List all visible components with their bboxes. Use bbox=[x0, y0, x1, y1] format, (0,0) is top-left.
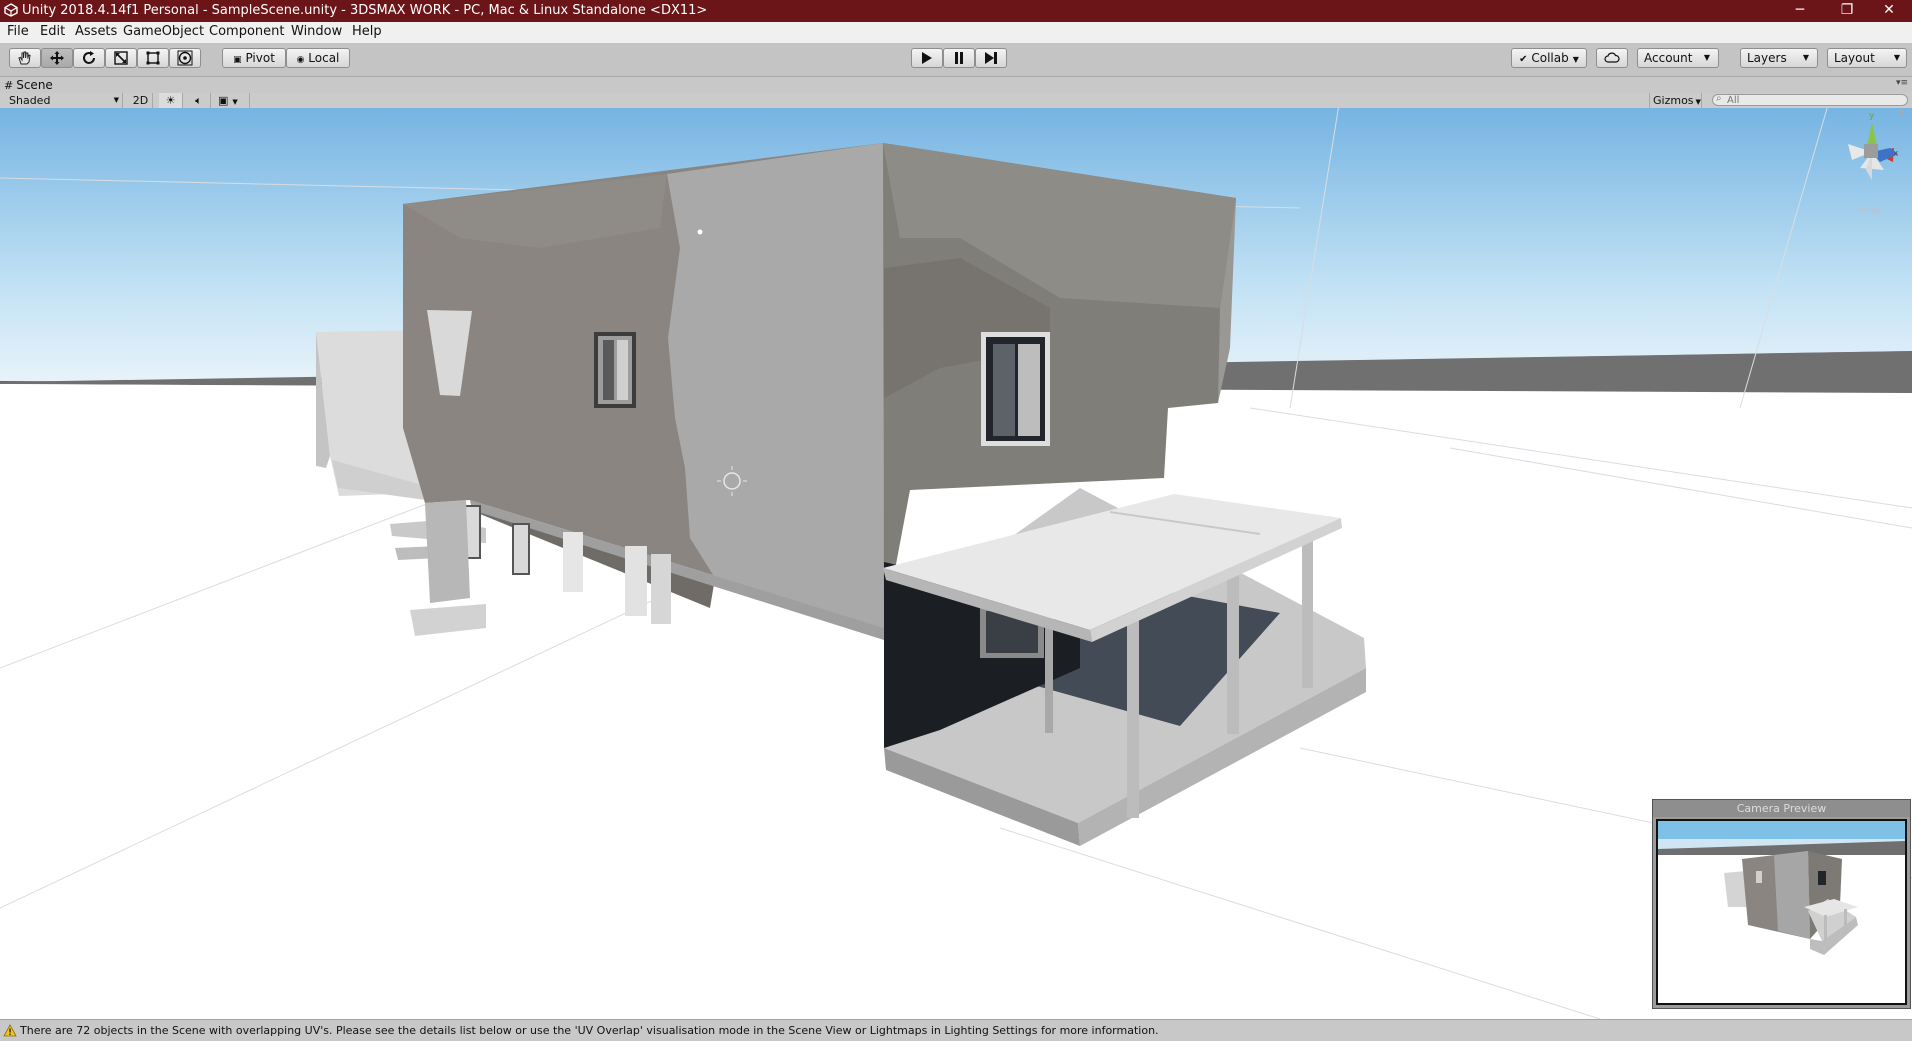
svg-text:y: y bbox=[1869, 111, 1875, 121]
tab-strip: # Scene ▾≡ bbox=[0, 77, 1912, 93]
cloud-button[interactable] bbox=[1596, 48, 1628, 68]
search-icon: ⌕ bbox=[1716, 93, 1722, 104]
camera-preview-frame bbox=[1656, 819, 1907, 1005]
speaker-icon: 🔈︎ bbox=[195, 94, 202, 107]
chevron-down-icon: ▼ bbox=[1802, 53, 1809, 62]
rect-tool-button[interactable] bbox=[137, 48, 169, 68]
menu-file[interactable]: File bbox=[7, 24, 29, 39]
warning-icon bbox=[3, 1024, 17, 1037]
lock-icon[interactable]: ▮ bbox=[1900, 108, 1904, 117]
local-icon: ◉ bbox=[296, 55, 305, 65]
account-label: Account bbox=[1644, 51, 1693, 65]
transform-icon bbox=[177, 50, 193, 66]
maximize-button[interactable]: ❐ bbox=[1824, 0, 1870, 22]
step-button[interactable] bbox=[975, 48, 1007, 68]
close-button[interactable]: ✕ bbox=[1866, 0, 1912, 22]
pivot-icon: ▣ bbox=[233, 55, 242, 65]
chevron-down-icon: ▼ bbox=[1695, 98, 1701, 106]
chevron-down-icon: ▼ bbox=[113, 96, 119, 104]
hand-icon bbox=[18, 51, 31, 65]
window-title: Unity 2018.4.14f1 Personal - SampleScene… bbox=[22, 3, 708, 18]
selection-point bbox=[697, 229, 703, 235]
pause-button[interactable] bbox=[943, 48, 975, 68]
layers-label: Layers bbox=[1747, 51, 1787, 65]
scene-render: x y bbox=[0, 108, 1912, 1019]
main-toolbar: ▣ Pivot ◉ Local ✔ Collab ▼ Account ▼ Layer… bbox=[0, 43, 1912, 77]
tab-scene[interactable]: # Scene bbox=[4, 77, 53, 93]
account-dropdown[interactable]: Account ▼ bbox=[1637, 48, 1719, 68]
play-button[interactable] bbox=[911, 48, 943, 68]
layout-label: Layout bbox=[1834, 51, 1875, 65]
scale-tool-button[interactable] bbox=[105, 48, 137, 68]
tab-scene-label: Scene bbox=[16, 78, 53, 92]
collab-dropdown[interactable]: ✔ Collab ▼ bbox=[1511, 48, 1587, 68]
menu-component[interactable]: Component bbox=[209, 24, 284, 39]
rotate-tool-button[interactable] bbox=[73, 48, 105, 68]
scene-viewport[interactable]: x y Persp ▮ Camera Preview bbox=[0, 108, 1912, 1019]
chevron-down-icon: ▼ bbox=[1893, 53, 1900, 62]
transform-tool-button[interactable] bbox=[169, 48, 201, 68]
chevron-down-icon: ▼ bbox=[1703, 53, 1710, 62]
audio-toggle[interactable]: 🔈︎ bbox=[187, 93, 211, 108]
camera-preview-panel: Camera Preview bbox=[1652, 799, 1911, 1009]
minimize-button[interactable]: ─ bbox=[1777, 0, 1823, 22]
local-label: Local bbox=[308, 51, 340, 65]
shading-mode-label: Shaded bbox=[9, 94, 51, 107]
status-bar[interactable]: There are 72 objects in the Scene with o… bbox=[0, 1019, 1912, 1041]
camera-preview-title: Camera Preview bbox=[1653, 800, 1910, 817]
grid-icon: # bbox=[4, 79, 14, 92]
pause-icon bbox=[955, 52, 963, 64]
chevron-down-icon: ▼ bbox=[1572, 55, 1579, 64]
layers-dropdown[interactable]: Layers ▼ bbox=[1740, 48, 1818, 68]
step-icon bbox=[985, 52, 997, 64]
menu-gameobject[interactable]: GameObject bbox=[123, 24, 204, 39]
camera-preview-render bbox=[1658, 821, 1905, 1003]
menu-edit[interactable]: Edit bbox=[40, 24, 65, 39]
gizmos-label: Gizmos bbox=[1653, 94, 1694, 107]
play-icon bbox=[922, 52, 932, 64]
local-toggle[interactable]: ◉ Local bbox=[286, 48, 350, 68]
hand-tool-button[interactable] bbox=[9, 48, 41, 68]
lighting-toggle[interactable]: ☀ bbox=[159, 93, 183, 108]
title-bar: Unity 2018.4.14f1 Personal - SampleScene… bbox=[0, 0, 1912, 22]
unity-logo-icon bbox=[4, 3, 18, 17]
collab-check-icon: ✔ bbox=[1519, 54, 1528, 65]
rect-icon bbox=[146, 51, 160, 65]
shading-mode-dropdown[interactable]: Shaded ▼ bbox=[6, 93, 123, 108]
image-icon: ▣ bbox=[218, 94, 229, 107]
gizmos-dropdown[interactable]: Gizmos ▼ bbox=[1649, 93, 1702, 108]
move-tool-button[interactable] bbox=[41, 48, 73, 68]
pivot-toggle[interactable]: ▣ Pivot bbox=[222, 48, 286, 68]
cloud-icon bbox=[1604, 52, 1620, 63]
persp-label[interactable]: Persp bbox=[1856, 206, 1881, 216]
pivot-label: Pivot bbox=[245, 51, 275, 65]
scene-toolbar: Shaded▼ 2D ☀ 🔈︎ ▣▼ Gizmos▼ ⌕ bbox=[0, 93, 1912, 109]
mode-2d-toggle[interactable]: 2D bbox=[129, 93, 153, 108]
menu-window[interactable]: Window bbox=[291, 24, 342, 39]
scale-icon bbox=[114, 51, 128, 65]
move-icon bbox=[50, 51, 64, 65]
svg-text:x: x bbox=[1893, 149, 1899, 159]
collab-label: Collab bbox=[1531, 51, 1569, 65]
mode-2d-label: 2D bbox=[132, 94, 149, 107]
effects-dropdown[interactable]: ▣ ▼ bbox=[215, 93, 250, 108]
menu-help[interactable]: Help bbox=[352, 24, 382, 39]
menu-assets[interactable]: Assets bbox=[75, 24, 117, 39]
chevron-down-icon: ▼ bbox=[232, 98, 238, 106]
scene-search-input[interactable] bbox=[1712, 94, 1908, 106]
tab-menu-icon[interactable]: ▾≡ bbox=[1896, 78, 1908, 88]
layout-dropdown[interactable]: Layout ▼ bbox=[1827, 48, 1907, 68]
status-message: There are 72 objects in the Scene with o… bbox=[20, 1024, 1159, 1037]
sun-icon: ☀ bbox=[165, 94, 176, 107]
rotate-icon bbox=[83, 51, 95, 64]
menu-bar: File Edit Assets GameObject Component Wi… bbox=[0, 22, 1912, 44]
